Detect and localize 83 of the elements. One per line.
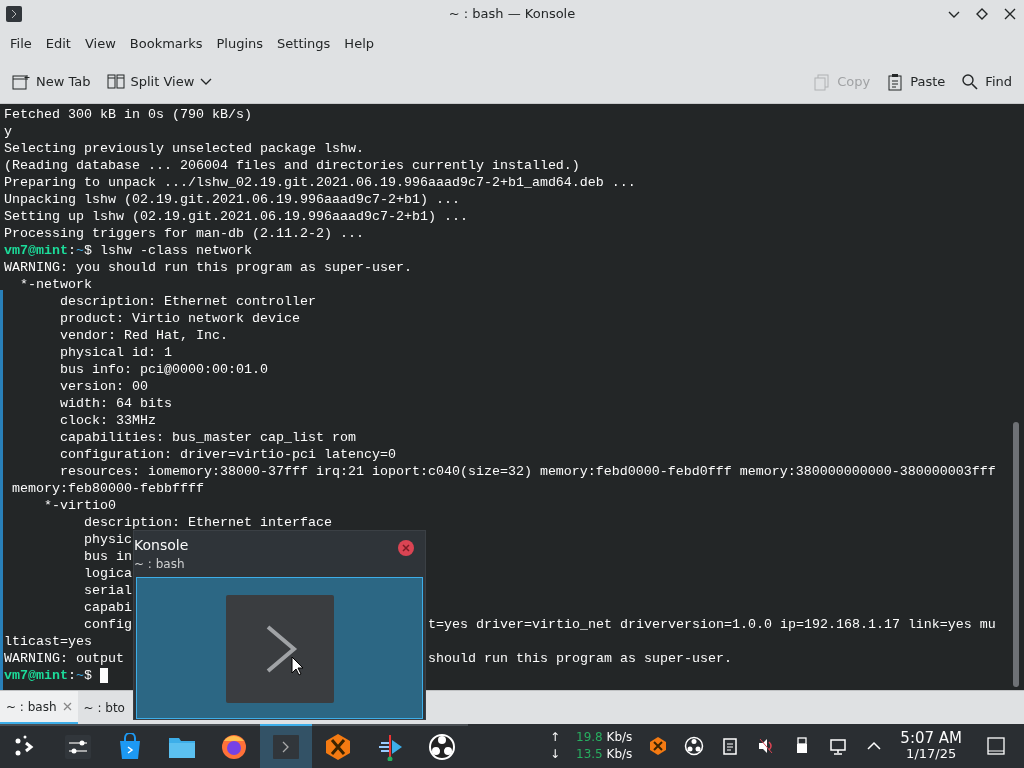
- popup-subtitle: ~ : bash: [134, 556, 185, 573]
- terminal-line: *-virtio0: [43, 497, 116, 514]
- network-speed: 13.5: [576, 747, 604, 761]
- hexagon-icon[interactable]: [648, 736, 669, 756]
- terminal-line: vendor: Red Hat, Inc.: [59, 327, 228, 344]
- terminal-line: (Reading database ... 206004 files and directories currently installed.): [4, 157, 580, 174]
- terminal-icon: [272, 733, 300, 761]
- mouse-cursor-icon: [291, 656, 305, 676]
- clock-date: 1/17/25: [906, 746, 957, 762]
- arrow-glyph: ↑: [549, 729, 560, 746]
- popup-title: Konsole: [134, 536, 189, 555]
- hexagon-icon: [324, 733, 352, 761]
- terminal-tab[interactable]: ~ : bto: [77, 691, 131, 724]
- terminal-tab[interactable]: ~ : bash: [0, 691, 78, 724]
- recorder-icon[interactable]: [684, 736, 705, 756]
- split-view-icon: [106, 72, 125, 91]
- terminal-line: Processing triggers for man-db (2.11.2-2) ...: [4, 225, 364, 242]
- terminal-line: capabi: [82, 599, 132, 616]
- show-desktop-button[interactable]: [986, 736, 1006, 756]
- prompt: vm7@mint:~$ lshw -class network: [4, 242, 252, 259]
- terminal-line: Unpacking lshw (02.19.git.2021.06.19.996aaad9c7-2+b1) ...: [4, 191, 460, 208]
- menu-item[interactable]: Settings: [270, 30, 338, 58]
- menu-item[interactable]: Help: [337, 30, 381, 58]
- clock-time: 5:07 AM: [900, 730, 962, 746]
- prompt: vm7@mint:~$: [4, 667, 92, 684]
- terminal-line: serial: [82, 582, 132, 599]
- search-icon: [961, 72, 980, 91]
- speed-unit: Kb/s: [606, 747, 633, 761]
- terminal-line: Selecting previously unselected package lshw.: [4, 140, 364, 157]
- terminal-line: width: 64 bits: [59, 395, 172, 412]
- terminal-line: logica: [82, 565, 132, 582]
- terminal-line: clock: 33MHz: [59, 412, 156, 429]
- menu-item[interactable]: Bookmarks: [122, 30, 210, 58]
- terminal-line: product: Virtio network device: [59, 310, 300, 327]
- chevron-icon: [200, 77, 213, 86]
- terminal-line: should run this program as super-user.: [428, 650, 732, 667]
- monitor-icon[interactable]: [828, 736, 849, 756]
- terminal-line: WARNING: you should run this program as super-user.: [4, 259, 412, 276]
- terminal-line: lticast=yes: [4, 633, 92, 650]
- terminal-line: physic: [82, 531, 132, 548]
- terminal-line: t=yes driver=virtio_net driverversion=1.0.0 ip=192.168.1.17 link=yes mu: [428, 616, 996, 633]
- terminal-line: capabilities: bus_master cap_list rom: [59, 429, 356, 446]
- terminal-line: memory:feb80000-febbffff: [11, 480, 204, 497]
- terminal-line: description: Ethernet interface: [82, 514, 332, 531]
- menu-item[interactable]: File: [3, 30, 39, 58]
- menu-item[interactable]: Plugins: [209, 30, 271, 58]
- terminal-icon: [6, 6, 22, 22]
- terminal-icon: [226, 595, 334, 703]
- terminal-line: physical id: 1: [59, 344, 172, 361]
- paste-button[interactable]: Paste: [880, 67, 952, 96]
- terminal-line: bus in: [82, 548, 132, 565]
- terminal-line: resources: iomemory:38000-37fff irq:21 ioport:c040(size=32) memory:febd0000-febd0fff memory:380000000000-380000003fff: [59, 463, 996, 480]
- new-tab-icon: [12, 72, 30, 91]
- terminal-line: Fetched 300 kB in 0s (790 kB/s): [4, 106, 252, 123]
- sliders-icon: [64, 733, 92, 761]
- speed-unit: Kb/s: [606, 730, 633, 744]
- terminal-line: WARNING: output: [4, 650, 124, 667]
- browser-icon: [220, 733, 248, 761]
- video-editor-icon: [376, 733, 404, 761]
- close-button[interactable]: [1004, 8, 1016, 20]
- arrow-glyph: ↓: [549, 746, 560, 763]
- menu-item[interactable]: Edit: [38, 30, 78, 58]
- terminal-line: description: Ethernet controller: [59, 293, 316, 310]
- terminal-line: configuration: driver=virtio-pci latency=0: [59, 446, 396, 463]
- recorder-icon: [428, 733, 456, 761]
- maximize-button[interactable]: [976, 8, 988, 20]
- terminal-line: Setting up lshw (02.19.git.2021.06.19.996aaad9c7-2+b1) ...: [4, 208, 468, 225]
- close-icon[interactable]: [62, 702, 72, 711]
- window-title: ~ : bash — Konsole: [448, 5, 576, 24]
- terminal-line: Preparing to unpack .../lshw_02.19.git.2021.06.19.996aaad9c7-2+b1_amd64.deb ...: [4, 174, 636, 191]
- copy-icon: [813, 72, 832, 91]
- terminal-line: version: 00: [59, 378, 148, 395]
- find-button[interactable]: Find: [955, 67, 1018, 96]
- terminal-line: config: [82, 616, 132, 633]
- network-speed: 19.8: [576, 730, 604, 744]
- menu-item[interactable]: View: [77, 30, 123, 58]
- scrollbar-thumb[interactable]: [1013, 422, 1019, 687]
- terminal-line: bus info: pci@0000:00:01.0: [59, 361, 268, 378]
- terminal-line: y: [4, 123, 12, 140]
- terminal-line: *-network: [19, 276, 92, 293]
- new-tab-button[interactable]: New Tab: [6, 67, 97, 96]
- clipboard-icon: [886, 72, 905, 91]
- split-view-button[interactable]: Split View: [100, 67, 219, 96]
